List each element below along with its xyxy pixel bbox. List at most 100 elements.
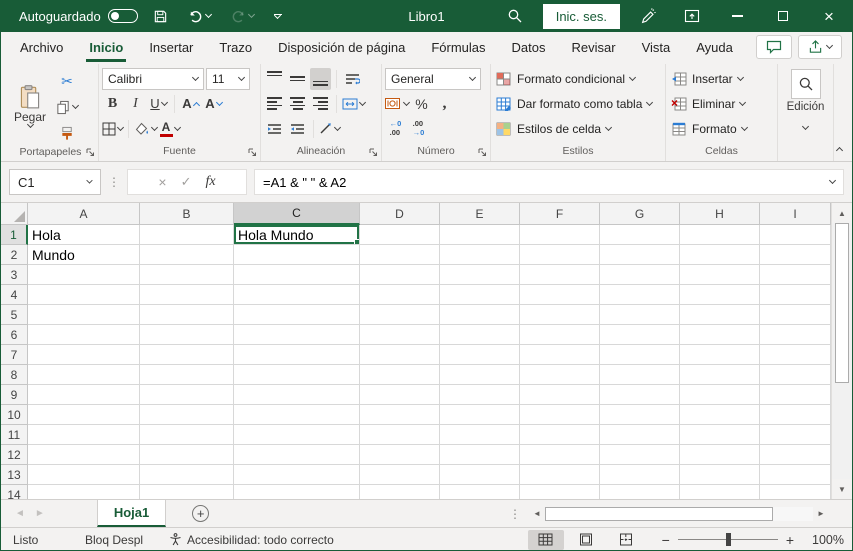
bold-button[interactable]: B	[102, 93, 123, 115]
row-header-2[interactable]: 2	[1, 245, 28, 265]
cell-e3[interactable]	[440, 265, 520, 285]
cell-h13[interactable]	[680, 465, 760, 485]
cell-b9[interactable]	[140, 385, 234, 405]
cell-i8[interactable]	[760, 365, 831, 385]
cell-f5[interactable]	[520, 305, 600, 325]
cell-g13[interactable]	[600, 465, 680, 485]
enter-button[interactable]: ✓	[181, 174, 192, 190]
cell-styles-button[interactable]: Estilos de celda	[494, 116, 662, 141]
cell-c8[interactable]	[234, 365, 360, 385]
cell-d4[interactable]	[360, 285, 440, 305]
share-button[interactable]	[798, 35, 842, 59]
formula-bar-drag-dots-icon[interactable]: ⋮	[108, 175, 120, 189]
cell-d12[interactable]	[360, 445, 440, 465]
row-header-7[interactable]: 7	[1, 345, 28, 365]
cell-a14[interactable]	[28, 485, 140, 499]
cell-c1[interactable]: Hola Mundo	[234, 225, 360, 245]
cell-e13[interactable]	[440, 465, 520, 485]
zoom-level[interactable]: 100%	[808, 533, 844, 547]
cell-b10[interactable]	[140, 405, 234, 425]
cell-a11[interactable]	[28, 425, 140, 445]
borders-button[interactable]	[102, 118, 125, 140]
cell-g14[interactable]	[600, 485, 680, 499]
cell-i12[interactable]	[760, 445, 831, 465]
cell-a8[interactable]	[28, 365, 140, 385]
cell-e11[interactable]	[440, 425, 520, 445]
ribbon-tab-ayuda[interactable]: Ayuda	[683, 32, 746, 62]
cell-f6[interactable]	[520, 325, 600, 345]
cell-g9[interactable]	[600, 385, 680, 405]
cell-b2[interactable]	[140, 245, 234, 265]
cell-i2[interactable]	[760, 245, 831, 265]
cell-e4[interactable]	[440, 285, 520, 305]
cell-c11[interactable]	[234, 425, 360, 445]
ribbon-display-options-button[interactable]	[670, 0, 714, 32]
undo-button[interactable]	[183, 6, 216, 27]
row-header-6[interactable]: 6	[1, 325, 28, 345]
increase-decimal-button[interactable]: ←0.00	[385, 118, 406, 140]
cell-e7[interactable]	[440, 345, 520, 365]
accounting-format-button[interactable]	[385, 93, 411, 115]
cell-f4[interactable]	[520, 285, 600, 305]
cell-c6[interactable]	[234, 325, 360, 345]
column-header-b[interactable]: B	[140, 203, 234, 225]
increase-indent-button[interactable]	[287, 118, 308, 140]
cell-h10[interactable]	[680, 405, 760, 425]
row-header-1[interactable]: 1	[1, 225, 28, 245]
cell-a1[interactable]: Hola	[28, 225, 140, 245]
cell-h12[interactable]	[680, 445, 760, 465]
cell-h5[interactable]	[680, 305, 760, 325]
view-normal-button[interactable]	[527, 529, 564, 550]
view-page-layout-button[interactable]	[568, 530, 604, 550]
row-header-8[interactable]: 8	[1, 365, 28, 385]
cell-a3[interactable]	[28, 265, 140, 285]
cell-c3[interactable]	[234, 265, 360, 285]
sheet-tab-hoja1[interactable]: Hoja1	[96, 500, 167, 527]
cell-b1[interactable]	[140, 225, 234, 245]
percent-style-button[interactable]: %	[411, 93, 432, 115]
cell-f14[interactable]	[520, 485, 600, 499]
scroll-right-icon[interactable]: ►	[813, 505, 829, 522]
cell-d13[interactable]	[360, 465, 440, 485]
font-family-select[interactable]: Calibri	[102, 67, 204, 90]
cell-b14[interactable]	[140, 485, 234, 499]
align-center-button[interactable]	[287, 93, 308, 115]
cell-f7[interactable]	[520, 345, 600, 365]
cell-c13[interactable]	[234, 465, 360, 485]
cell-f9[interactable]	[520, 385, 600, 405]
cell-d10[interactable]	[360, 405, 440, 425]
cell-c14[interactable]	[234, 485, 360, 499]
copy-button[interactable]	[56, 95, 80, 119]
cell-e8[interactable]	[440, 365, 520, 385]
column-header-a[interactable]: A	[28, 203, 140, 225]
cell-c10[interactable]	[234, 405, 360, 425]
cell-g6[interactable]	[600, 325, 680, 345]
zoom-out-button[interactable]: −	[662, 532, 670, 548]
zoom-slider-thumb[interactable]	[725, 533, 731, 547]
cell-a5[interactable]	[28, 305, 140, 325]
clipboard-dialog-launcher[interactable]	[86, 148, 96, 158]
vertical-scroll-track[interactable]	[832, 383, 852, 479]
cell-h1[interactable]	[680, 225, 760, 245]
cell-d5[interactable]	[360, 305, 440, 325]
sheetbar-drag-dots-icon[interactable]: ⋮	[509, 507, 521, 521]
cell-h9[interactable]	[680, 385, 760, 405]
cell-b11[interactable]	[140, 425, 234, 445]
collapse-ribbon-button[interactable]	[835, 146, 844, 155]
comma-style-button[interactable]: ,	[434, 93, 455, 115]
column-header-d[interactable]: D	[360, 203, 440, 225]
cell-i3[interactable]	[760, 265, 831, 285]
cell-h7[interactable]	[680, 345, 760, 365]
cell-c5[interactable]	[234, 305, 360, 325]
cell-h3[interactable]	[680, 265, 760, 285]
cell-d11[interactable]	[360, 425, 440, 445]
cell-a7[interactable]	[28, 345, 140, 365]
zoom-slider[interactable]	[677, 533, 778, 547]
cell-g2[interactable]	[600, 245, 680, 265]
column-header-g[interactable]: G	[600, 203, 680, 225]
cell-f8[interactable]	[520, 365, 600, 385]
minimize-button[interactable]	[714, 0, 760, 32]
decrease-decimal-button[interactable]: .00 →0	[408, 118, 429, 140]
font-size-select[interactable]: 11	[206, 67, 250, 90]
cell-e1[interactable]	[440, 225, 520, 245]
